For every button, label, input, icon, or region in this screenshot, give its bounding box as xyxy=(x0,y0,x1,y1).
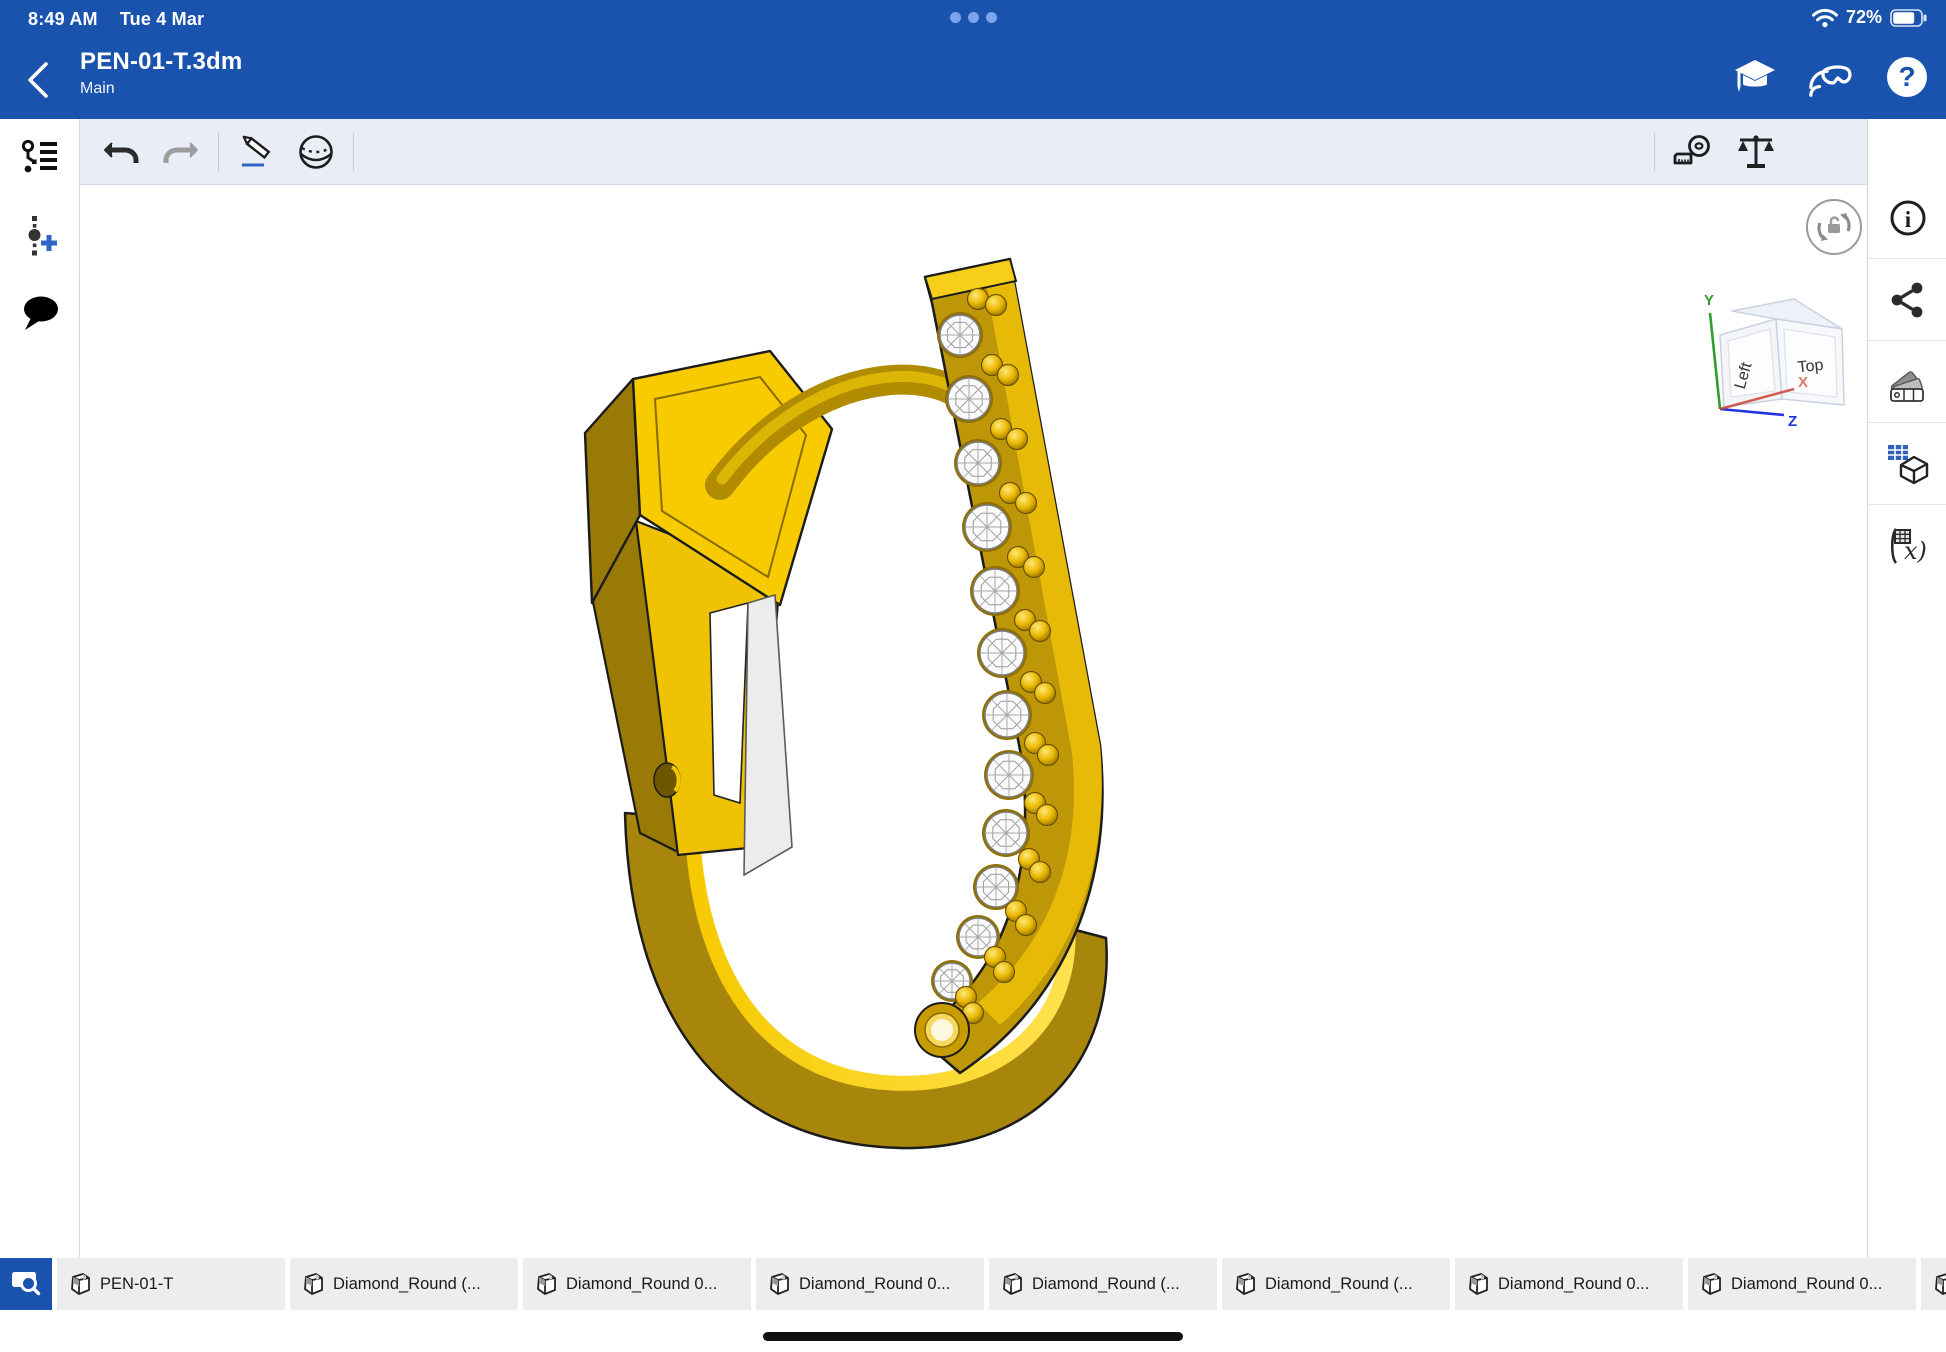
block-tab[interactable]: Diamond_Round 0... xyxy=(1688,1258,1916,1310)
view-cube[interactable]: Left Top Y Z X xyxy=(1680,283,1850,428)
app-header: PEN-01-T.3dm Main ? xyxy=(0,40,1946,119)
svg-text:x): x) xyxy=(1904,537,1927,565)
block-tab-label: Diamond_Round 0... xyxy=(1498,1275,1649,1294)
home-indicator[interactable] xyxy=(763,1332,1183,1341)
block-tab-label: Diamond_Round 0... xyxy=(566,1275,717,1294)
status-date: Tue 4 Mar xyxy=(120,9,205,30)
block-tab[interactable] xyxy=(1921,1258,1946,1310)
home-area xyxy=(0,1310,1946,1352)
block-tab-label: PEN-01-T xyxy=(100,1275,173,1294)
earring-model xyxy=(80,185,1867,1258)
block-tab-label: Diamond_Round (... xyxy=(333,1275,481,1294)
right-sidebar: i xyxy=(1867,119,1946,1258)
block-cube-icon xyxy=(1931,1271,1946,1297)
expressions-fx-icon[interactable]: x) xyxy=(1868,505,1946,587)
block-tab[interactable]: Diamond_Round (... xyxy=(989,1258,1217,1310)
multitask-dots-icon[interactable] xyxy=(950,12,997,23)
add-construction-point-icon[interactable] xyxy=(0,197,80,275)
block-cube-icon xyxy=(300,1271,326,1297)
block-tab-label: Diamond_Round 0... xyxy=(799,1275,950,1294)
block-cube-icon xyxy=(766,1271,792,1297)
blocks-cube-icon[interactable] xyxy=(1868,423,1946,505)
block-cube-icon xyxy=(1232,1271,1258,1297)
svg-text:?: ? xyxy=(1898,61,1915,92)
ar-view-icon[interactable] xyxy=(1808,54,1854,100)
status-time: 8:49 AM xyxy=(28,9,98,30)
back-button[interactable] xyxy=(22,58,58,102)
axis-x-label: X xyxy=(1798,374,1808,391)
block-search-button[interactable] xyxy=(0,1258,52,1310)
learn-graduation-cap-icon[interactable] xyxy=(1732,54,1778,100)
model-viewport[interactable] xyxy=(80,185,1867,1258)
redo-icon[interactable] xyxy=(158,129,204,175)
display-mode-sphere-icon[interactable] xyxy=(293,129,339,175)
wifi-icon xyxy=(1812,8,1838,28)
block-tab[interactable]: Diamond_Round 0... xyxy=(523,1258,751,1310)
block-tab[interactable]: Diamond_Round 0... xyxy=(756,1258,984,1310)
left-sidebar xyxy=(0,119,80,1258)
block-cube-icon xyxy=(1698,1271,1724,1297)
block-tab[interactable]: PEN-01-T xyxy=(57,1258,285,1310)
block-cube-icon xyxy=(533,1271,559,1297)
comment-bubble-icon[interactable] xyxy=(0,275,80,353)
measure-tape-icon[interactable] xyxy=(1671,129,1717,175)
main-toolbar xyxy=(80,119,1867,185)
help-icon[interactable]: ? xyxy=(1884,54,1930,100)
layout-name: Main xyxy=(80,80,242,98)
block-cube-icon xyxy=(999,1271,1025,1297)
block-tab-label: Diamond_Round (... xyxy=(1032,1275,1180,1294)
block-cube-icon xyxy=(67,1271,93,1297)
document-title: PEN-01-T.3dm xyxy=(80,48,242,76)
undo-icon[interactable] xyxy=(98,129,144,175)
block-tab-label: Diamond_Round 0... xyxy=(1731,1275,1882,1294)
block-cube-icon xyxy=(1465,1271,1491,1297)
outliner-hierarchy-icon[interactable] xyxy=(0,119,80,197)
block-tab[interactable]: Diamond_Round (... xyxy=(290,1258,518,1310)
markup-pen-icon[interactable] xyxy=(233,129,279,175)
unit-scale-icon[interactable] xyxy=(1733,129,1779,175)
materials-swatch-icon[interactable] xyxy=(1868,341,1946,423)
block-tab[interactable]: Diamond_Round 0... xyxy=(1455,1258,1683,1310)
svg-text:i: i xyxy=(1904,207,1911,232)
axis-y-label: Y xyxy=(1704,292,1714,309)
block-tab-label: Diamond_Round (... xyxy=(1265,1275,1413,1294)
status-bar: 8:49 AM Tue 4 Mar 72% xyxy=(0,0,1946,40)
battery-percent: 72% xyxy=(1846,7,1882,28)
info-icon[interactable]: i xyxy=(1868,177,1946,259)
tab-strip: PEN-01-T Diamond_Round (... Diamond_Roun… xyxy=(57,1258,1946,1310)
bottom-block-bar: PEN-01-T Diamond_Round (... Diamond_Roun… xyxy=(0,1258,1946,1310)
rotation-lock-button[interactable] xyxy=(1804,197,1864,257)
block-tab[interactable]: Diamond_Round (... xyxy=(1222,1258,1450,1310)
share-icon[interactable] xyxy=(1868,259,1946,341)
axis-z-label: Z xyxy=(1788,413,1797,428)
battery-icon xyxy=(1890,8,1928,28)
